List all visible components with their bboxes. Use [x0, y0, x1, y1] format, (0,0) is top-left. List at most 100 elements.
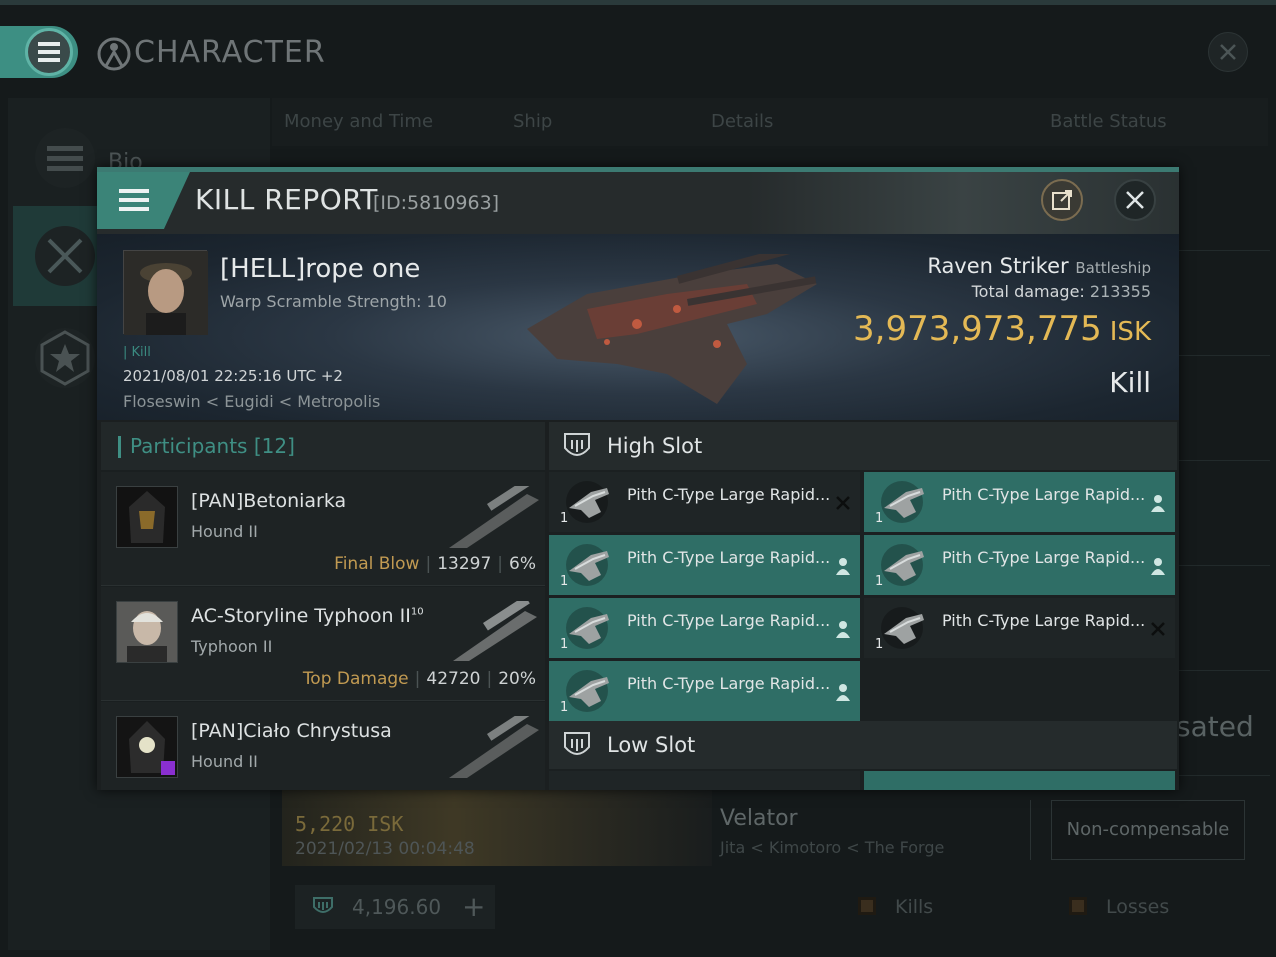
high-slot-module[interactable]: 1 Pith C-Type Large Rapid... — [549, 598, 860, 658]
participant-percent: 6% — [509, 554, 536, 574]
hamburger-icon — [119, 189, 149, 211]
participant-row[interactable]: AC-Storyline Typhoon II10 Typhoon II Top… — [101, 587, 545, 701]
tab-battle-status[interactable]: Battle Status — [1050, 111, 1167, 132]
participants-label: Participants — [130, 434, 248, 458]
participant-ship: Hound II — [191, 522, 258, 541]
total-damage-label: Total damage: — [971, 282, 1085, 301]
high-slot-module[interactable]: 1 Pith C-Type Large Rapid... — [864, 535, 1175, 595]
participant-stats: Final Blow | 13297 | 6% — [334, 554, 536, 574]
turret-module-icon — [561, 667, 613, 715]
participant-level: 10 — [410, 606, 424, 618]
ship-class: Battleship — [1075, 259, 1151, 277]
dropped-person-icon — [1151, 495, 1165, 512]
close-window-button[interactable] — [1208, 32, 1248, 72]
dropped-person-icon — [836, 558, 850, 575]
close-icon — [1220, 44, 1236, 60]
participant-portrait — [116, 486, 178, 548]
participant-name: [PAN]Betoniarka — [191, 490, 347, 512]
divider — [1030, 800, 1031, 860]
total-damage-value: 213355 — [1089, 282, 1151, 301]
crossed-swords-icon — [35, 226, 95, 286]
losses-checkbox[interactable] — [1069, 897, 1087, 915]
kill-location[interactable]: Floseswin < Eugidi < Metropolis — [123, 392, 380, 411]
high-slot-module[interactable]: 1 Pith C-Type Large Rapid... — [549, 535, 860, 595]
row-ship: Velator — [720, 806, 798, 831]
turret-module-icon — [876, 478, 928, 526]
module-name: Pith C-Type Large Rapid... — [942, 611, 1146, 630]
kill-report-window: KILL REPORT [ID:5810963] [HELL]rope one … — [97, 167, 1179, 790]
isk-unit: ISK — [1109, 317, 1151, 347]
high-slot-module[interactable]: 1 Pith C-Type Large Rapid... — [864, 472, 1175, 532]
participant-row[interactable]: [PAN]Betoniarka Hound II Final Blow | 1329… — [101, 472, 545, 586]
module-name: Pith C-Type Large Rapid... — [627, 485, 831, 504]
module-quantity: 1 — [560, 574, 569, 589]
weapon-icon — [447, 716, 543, 780]
destroyed-x-icon — [1151, 622, 1165, 636]
turret-module-icon — [561, 541, 613, 589]
participants-count: [12] — [253, 434, 295, 458]
character-icon — [96, 36, 132, 72]
module-quantity: 1 — [560, 511, 569, 526]
high-slot-module[interactable]: 1 Pith C-Type Large Rapid... — [549, 472, 860, 532]
victim-banner: [HELL]rope one Warp Scramble Strength: 1… — [97, 234, 1179, 420]
participants-panel: Participants [12] [PAN]Betoniarka Hound … — [101, 422, 545, 790]
high-slot-module[interactable]: 1 Pith C-Type Large Rapid... — [549, 661, 860, 721]
module-slot[interactable] — [864, 771, 1175, 790]
ship-name[interactable]: Raven Striker Battleship — [867, 254, 1151, 278]
participant-name: AC-Storyline Typhoon II10 — [191, 605, 424, 627]
close-kill-report-button[interactable] — [1114, 179, 1156, 221]
participant-name-text: AC-Storyline Typhoon II — [191, 605, 411, 627]
module-name: Pith C-Type Large Rapid... — [627, 548, 831, 567]
kill-report-title: KILL REPORT — [195, 183, 378, 216]
add-funds-button[interactable]: + — [462, 890, 485, 923]
module-slot[interactable] — [549, 771, 860, 790]
participant-percent: 20% — [498, 669, 536, 689]
participant-tag: Top Damage — [302, 669, 409, 689]
external-link-icon — [1052, 190, 1072, 210]
turret-module-icon — [876, 604, 928, 652]
participant-name: [PAN]Ciało Chrystusa — [191, 720, 392, 742]
row-isk: 5,220 ISK — [295, 812, 404, 836]
dropped-person-icon — [836, 684, 850, 701]
weapon-icon — [447, 486, 543, 550]
kill-tag-label: Kill — [131, 345, 151, 360]
module-quantity: 1 — [875, 574, 884, 589]
shield-icon — [564, 732, 590, 755]
turret-module-icon — [561, 478, 613, 526]
participant-ship: Typhoon II — [191, 637, 273, 656]
victim-portrait[interactable] — [123, 250, 208, 335]
dropped-person-icon — [836, 621, 850, 638]
participant-portrait — [116, 601, 178, 663]
participant-damage: 42720 — [426, 669, 481, 689]
row-location: Jita < Kimotoro < The Forge — [720, 838, 945, 857]
close-icon — [1126, 191, 1144, 209]
participant-tag: Final Blow — [334, 554, 420, 574]
isk-amount: 3,973,973,775 — [853, 309, 1102, 349]
high-slot-module[interactable]: 1 Pith C-Type Large Rapid... — [864, 598, 1175, 658]
kill-tag: | Kill — [123, 345, 151, 360]
victim-name[interactable]: [HELL]rope one — [220, 254, 420, 284]
module-quantity: 1 — [560, 637, 569, 652]
warp-scramble-strength: Warp Scramble Strength: 10 — [220, 292, 447, 311]
participant-damage: 13297 — [437, 554, 492, 574]
tab-details[interactable]: Details — [711, 111, 773, 132]
module-quantity: 1 — [875, 637, 884, 652]
module-quantity: 1 — [875, 511, 884, 526]
compensation-badge: Non-compensable — [1051, 800, 1245, 860]
main-menu-button[interactable] — [0, 26, 78, 78]
dropped-person-icon — [1151, 558, 1165, 575]
tab-money-and-time[interactable]: Money and Time — [284, 111, 433, 132]
participant-row[interactable]: [PAN]Ciało Chrystusa Hound II — [101, 702, 545, 790]
wallet-icon — [312, 895, 334, 917]
accent-bar — [118, 436, 121, 458]
shield-icon — [564, 433, 590, 456]
wallet-value: 4,196.60 — [352, 895, 442, 919]
module-name: Pith C-Type Large Rapid... — [627, 611, 831, 630]
kill-report-id: [ID:5810963] — [373, 192, 500, 214]
kill-datetime: 2021/08/01 22:25:16 UTC +2 — [123, 367, 343, 385]
kills-checkbox[interactable] — [858, 897, 876, 915]
tab-ship[interactable]: Ship — [513, 111, 552, 132]
destroyed-x-icon — [836, 496, 850, 510]
turret-module-icon — [561, 604, 613, 652]
open-external-button[interactable] — [1041, 179, 1083, 221]
